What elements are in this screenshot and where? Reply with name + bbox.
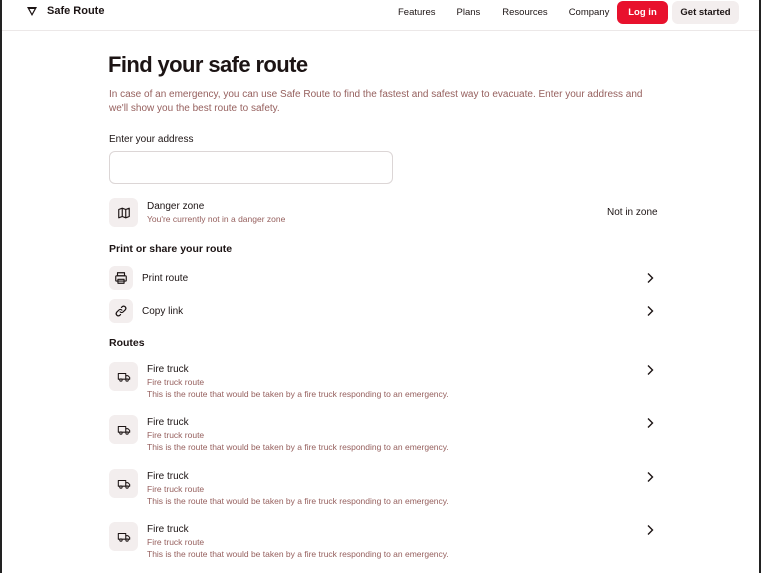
route-description: This is the route that would be taken by…: [147, 389, 449, 399]
link-icon-box: [109, 299, 133, 323]
chevron-right-icon: [647, 365, 654, 375]
routes-heading: Routes: [109, 337, 145, 349]
brand-logo[interactable]: Safe Route: [26, 5, 104, 17]
printer-icon: [115, 272, 127, 284]
danger-zone-subtitle: You're currently not in a danger zone: [147, 214, 286, 224]
address-input[interactable]: [109, 151, 393, 184]
zone-status: Not in zone: [607, 207, 658, 218]
danger-zone-icon-box: [109, 198, 138, 227]
route-subtitle: Fire truck route: [147, 377, 205, 387]
intro-text: In case of an emergency, you can use Saf…: [109, 89, 643, 114]
route-title: Fire truck: [147, 417, 189, 428]
nav-plans[interactable]: Plans: [457, 7, 481, 18]
login-button[interactable]: Log in: [617, 1, 668, 24]
map-icon: [117, 207, 130, 218]
link-icon: [115, 305, 127, 317]
get-started-button[interactable]: Get started: [672, 1, 739, 24]
nav-company[interactable]: Company: [569, 7, 610, 18]
route-subtitle: Fire truck route: [147, 430, 205, 440]
nav-resources[interactable]: Resources: [502, 7, 547, 18]
chevron-right-icon: [647, 525, 654, 535]
route-icon-box: [109, 415, 138, 444]
page-title: Find your safe route: [108, 52, 308, 77]
route-title: Fire truck: [147, 364, 189, 375]
truck-icon: [117, 425, 130, 435]
copy-link-label: Copy link: [142, 306, 184, 317]
route-icon-box: [109, 469, 138, 498]
chevron-right-icon: [647, 306, 654, 316]
truck-icon: [117, 372, 130, 382]
route-description: This is the route that would be taken by…: [147, 442, 449, 452]
route-description: This is the route that would be taken by…: [147, 549, 449, 559]
danger-zone-title: Danger zone: [147, 201, 205, 212]
share-heading: Print or share your route: [109, 243, 233, 255]
route-description: This is the route that would be taken by…: [147, 496, 449, 506]
print-route-label: Print route: [142, 273, 189, 284]
logo-icon: [27, 7, 37, 16]
print-icon-box: [109, 266, 133, 290]
route-subtitle: Fire truck route: [147, 484, 205, 494]
chevron-right-icon: [647, 472, 654, 482]
brand-name: Safe Route: [47, 5, 105, 17]
main-nav: Features Plans Resources Company: [398, 7, 630, 18]
nav-features[interactable]: Features: [398, 7, 436, 18]
route-title: Fire truck: [147, 471, 189, 482]
chevron-right-icon: [647, 418, 654, 428]
route-title: Fire truck: [147, 524, 189, 535]
truck-icon: [117, 532, 130, 542]
route-icon-box: [109, 362, 138, 391]
chevron-right-icon: [647, 273, 654, 283]
route-icon-box: [109, 522, 138, 551]
address-label: Enter your address: [109, 134, 194, 145]
top-bar: Safe Route Features Plans Resources Comp…: [2, 0, 759, 31]
truck-icon: [117, 479, 130, 489]
route-subtitle: Fire truck route: [147, 537, 205, 547]
